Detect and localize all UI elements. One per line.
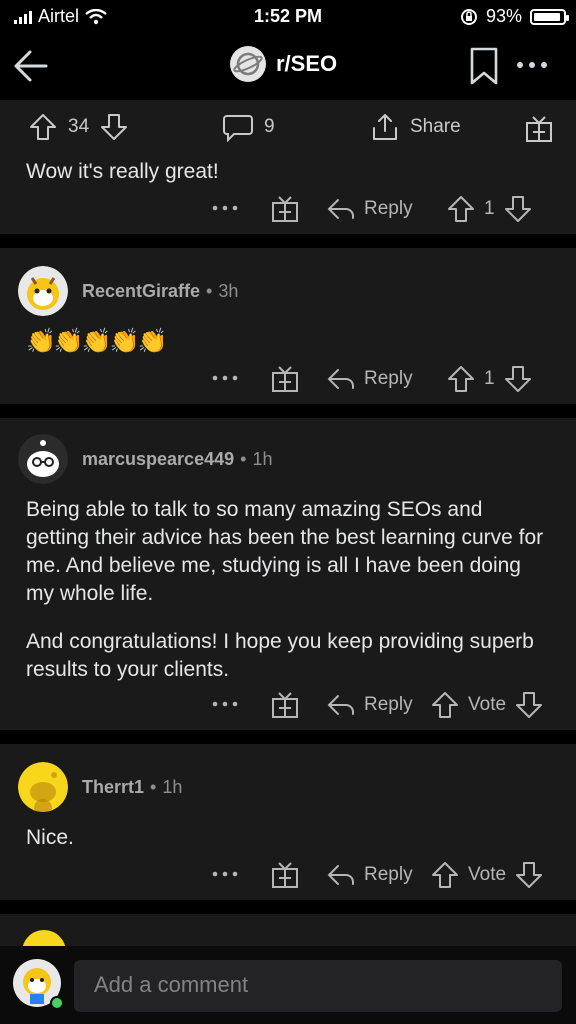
post-comments-button[interactable]: 9 (222, 112, 275, 142)
comment-vote-group: 1 (446, 194, 533, 224)
comment-meta: RecentGiraffe • 3h (18, 266, 238, 316)
orientation-lock-icon (460, 8, 477, 25)
avatar[interactable] (18, 434, 68, 484)
separator-dot: • (206, 280, 213, 301)
downvote-icon[interactable] (514, 860, 544, 890)
online-status-dot (50, 996, 64, 1010)
reply-label: Reply (364, 694, 413, 715)
award-icon[interactable] (270, 364, 300, 394)
vote-label: Vote (468, 864, 507, 885)
reply-icon (327, 369, 354, 389)
comment-body: 👏👏👏👏👏 (26, 328, 167, 355)
more-options-icon[interactable] (512, 52, 552, 78)
downvote-icon[interactable] (514, 690, 544, 720)
post-card: 34 9 Share Wow it's really great! Reply … (0, 100, 576, 234)
award-icon[interactable] (524, 114, 554, 144)
downvote-icon[interactable] (503, 194, 533, 224)
reply-button[interactable]: Reply (326, 862, 413, 888)
comment-vote-group: Vote (430, 860, 544, 890)
more-options-icon[interactable] (210, 202, 240, 214)
award-icon[interactable] (270, 194, 300, 224)
comment-paragraph: And congratulations! I hope you keep pro… (26, 630, 534, 681)
battery-group: 93% (460, 6, 569, 27)
battery-icon (530, 8, 569, 25)
comment-card: marcuspearce449 • 1h Being able to talk … (0, 418, 576, 730)
comment-card: RecentGiraffe • 3h 👏👏👏👏👏 Reply 1 (0, 248, 576, 404)
comment-age: 1h (252, 448, 273, 469)
comment-body: Wow it's really great! (26, 160, 219, 183)
post-comment-count: 9 (264, 116, 275, 137)
reply-label: Reply (364, 368, 413, 389)
bookmark-icon[interactable] (468, 46, 500, 86)
comment-composer: Add a comment (0, 946, 576, 1024)
post-action-bar: 34 9 Share (0, 100, 576, 160)
add-comment-placeholder: Add a comment (94, 972, 249, 997)
comment-vote-group: 1 (446, 364, 533, 394)
comment-age: 1h (162, 776, 183, 797)
vote-count: 1 (484, 368, 495, 389)
subreddit-icon (230, 46, 266, 82)
award-icon[interactable] (270, 690, 300, 720)
downvote-icon[interactable] (99, 112, 129, 142)
comment-age: 3h (218, 280, 239, 301)
reply-label: Reply (364, 864, 413, 885)
username[interactable]: marcuspearce449 (82, 449, 234, 470)
post-vote-group: 34 (28, 112, 129, 142)
app-header: r/SEO (0, 34, 576, 98)
comment-body: Nice. (26, 826, 74, 849)
battery-percent: 93% (485, 6, 522, 26)
comment-actions: Reply 1 (210, 362, 560, 402)
more-options-icon[interactable] (210, 868, 240, 880)
upvote-icon[interactable] (28, 112, 58, 142)
separator-dot: • (150, 776, 157, 797)
comment-card: Therrt1 • 1h Nice. Reply Vote (0, 744, 576, 900)
reply-label: Reply (364, 198, 413, 219)
reply-icon (327, 199, 354, 219)
upvote-icon[interactable] (430, 690, 460, 720)
more-options-icon[interactable] (210, 698, 240, 710)
avatar[interactable] (18, 762, 68, 812)
comment-meta: marcuspearce449 • 1h (18, 434, 272, 484)
upvote-icon[interactable] (446, 194, 476, 224)
share-icon (373, 114, 397, 140)
subreddit-header[interactable]: r/SEO (230, 46, 337, 82)
post-vote-count: 34 (68, 116, 90, 137)
more-options-icon[interactable] (210, 372, 240, 384)
vote-count: 1 (484, 198, 495, 219)
comment-actions: Reply Vote (210, 858, 560, 898)
reply-button[interactable]: Reply (326, 692, 413, 718)
subreddit-name: r/SEO (276, 51, 338, 76)
comment-actions: Reply Vote (210, 688, 560, 728)
status-bar: Airtel 1:52 PM 93% (0, 0, 576, 34)
upvote-icon[interactable] (430, 860, 460, 890)
share-label: Share (410, 116, 461, 137)
comment-meta: Therrt1 • 1h (18, 762, 182, 812)
award-icon[interactable] (270, 860, 300, 890)
username[interactable]: RecentGiraffe (82, 281, 200, 302)
comment-vote-group: Vote (430, 690, 544, 720)
comment-actions: Reply 1 (210, 192, 560, 232)
share-button[interactable]: Share (370, 112, 461, 142)
add-comment-input[interactable]: Add a comment (74, 960, 562, 1012)
user-avatar[interactable] (12, 958, 64, 1010)
reply-icon (327, 865, 354, 885)
back-arrow-icon[interactable] (10, 44, 54, 88)
vote-label: Vote (468, 694, 507, 715)
separator-dot: • (240, 448, 247, 469)
comment-icon (223, 115, 253, 142)
downvote-icon[interactable] (503, 364, 533, 394)
reply-icon (327, 695, 354, 715)
username[interactable]: Therrt1 (82, 777, 144, 798)
comment-paragraph: Being able to talk to so many amazing SE… (26, 498, 544, 605)
reply-button[interactable]: Reply (326, 366, 413, 392)
reply-button[interactable]: Reply (326, 196, 413, 222)
avatar[interactable] (18, 266, 68, 316)
upvote-icon[interactable] (446, 364, 476, 394)
